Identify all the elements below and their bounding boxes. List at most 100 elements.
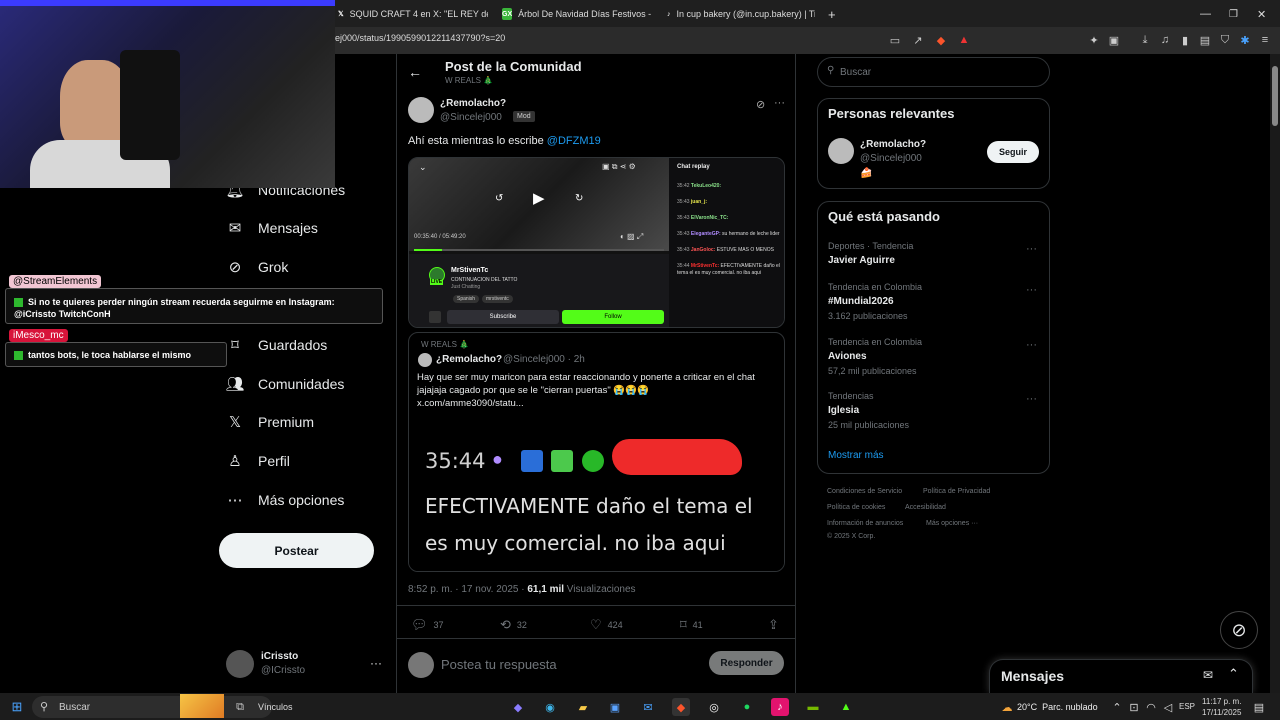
tab-tiktok[interactable]: ♪ In cup bakery (@in.cup.bakery) | TikTo… [667, 3, 815, 25]
relevant-avatar[interactable] [828, 138, 854, 164]
tab-gif[interactable]: GX Árbol De Navidad Días Festivos - GIF [502, 3, 652, 25]
volume-icon[interactable]: ◁ [1159, 698, 1177, 716]
more-icon[interactable]: ··· [1026, 284, 1037, 296]
footer-link[interactable]: Condiciones de Servicio [827, 488, 902, 495]
relevant-name[interactable]: ¿Remolacho? [860, 139, 926, 150]
footer-link[interactable]: Accesibilidad [905, 504, 946, 511]
post-author-handle[interactable]: @Sincelej000 [440, 112, 502, 123]
follow-button[interactable]: Seguir [987, 141, 1039, 163]
nvidia-icon[interactable]: ▬ [804, 698, 822, 716]
vpn-icon[interactable]: ⛉ [1217, 32, 1233, 48]
nav-bookmarks[interactable]: ⌑ Guardados [226, 336, 327, 354]
brave-rewards-icon[interactable]: ▲ [956, 32, 972, 48]
post-author-name[interactable]: ¿Remolacho? [440, 98, 506, 109]
spotify-icon[interactable]: ● [738, 698, 756, 716]
bookmark-action[interactable]: ⌑ 41 [680, 617, 703, 633]
post-author-avatar[interactable] [408, 97, 434, 123]
weather-widget[interactable]: 20°C Parc. nublado [1017, 702, 1098, 712]
search-box[interactable]: ⚲ Buscar [817, 57, 1050, 87]
edge-icon[interactable]: ◉ [541, 698, 559, 716]
like-action[interactable]: ♡ 424 [590, 617, 623, 633]
notifications-icon[interactable]: ▤ [1250, 698, 1268, 716]
back-arrow-icon[interactable]: ← [408, 64, 422, 80]
windows-start-icon[interactable]: ⊞ [8, 698, 26, 716]
kick-icon[interactable]: ▲ [837, 698, 855, 716]
store-icon[interactable]: ▣ [606, 698, 624, 716]
mail-icon[interactable]: ✉ [639, 698, 657, 716]
post-mention-link[interactable]: @DFZM19 [547, 135, 601, 147]
more-icon[interactable]: ··· [1026, 339, 1037, 351]
nav-messages[interactable]: ✉ Mensajes [226, 219, 318, 237]
share-action[interactable]: ⇪ [768, 617, 779, 633]
post-menu-icon[interactable]: ··· [774, 97, 785, 109]
close-window-button[interactable]: ✕ [1257, 3, 1266, 25]
page-scrollbar[interactable] [1270, 54, 1280, 693]
community-name[interactable]: W REALS 🎄 [445, 76, 493, 85]
cast-icon[interactable]: ▭ [887, 32, 903, 48]
repost-action[interactable]: ⟲ 32 [500, 617, 527, 633]
task-view-icon[interactable]: ⧉ [231, 698, 249, 716]
new-message-icon[interactable]: ✉ [1203, 668, 1213, 682]
chevron-up-icon[interactable]: ⌃ [1228, 666, 1239, 682]
copilot-icon[interactable]: ◆ [509, 698, 527, 716]
brave-icon[interactable]: ◆ [672, 698, 690, 716]
nav-profile[interactable]: ♙ Perfil [226, 452, 290, 470]
nav-communities[interactable]: 👥︎ Comunidades [225, 375, 344, 393]
reply-button[interactable]: Responder [709, 651, 784, 675]
chevron-up-icon[interactable]: ⌃ [1108, 698, 1126, 716]
account-avatar[interactable] [226, 650, 254, 678]
obs-icon[interactable]: ◎ [705, 698, 723, 716]
new-tab-button[interactable]: + [828, 3, 836, 25]
search-input[interactable]: Buscar [840, 67, 871, 78]
reply-input[interactable]: Postea tu respuesta [441, 657, 557, 672]
trend-item[interactable]: Tendencias Iglesia 25 mil publicaciones … [828, 391, 1043, 430]
tab-squid-craft[interactable]: 𝕏 SQUID CRAFT 4 en X: "EL REY del IRL" [338, 3, 488, 25]
account-menu-icon[interactable]: ··· [370, 656, 382, 670]
wifi-icon[interactable]: ◠ [1142, 698, 1160, 716]
show-more-link[interactable]: Mostrar más [828, 450, 884, 461]
restore-button[interactable]: ❐ [1229, 3, 1238, 25]
reply-action[interactable]: 💬︎ 37 [411, 617, 444, 633]
post-media-screenshot[interactable]: ⌄ ▣ ⧉ ⋖ ⚙ ↺ ▶ ↻ 00:35:40 / 05:49:20 ◐ ▨ … [408, 157, 785, 328]
quote-link[interactable]: x.com/amme3090/statu... [417, 398, 524, 409]
video-time: 00:35:40 / 05:49:20 [414, 234, 466, 240]
sidebar-icon[interactable]: ▮ [1177, 32, 1193, 48]
nav-grok[interactable]: ⊘ Grok [226, 258, 289, 276]
url-field[interactable]: ej000/status/1990599012211437790?s=20 [335, 33, 505, 43]
clock[interactable]: 11:17 p. m. 17/11/2025 [1202, 696, 1241, 718]
language-indicator[interactable]: ESP [1179, 702, 1195, 711]
nav-more-options[interactable]: ⋯ Más opciones [226, 491, 345, 509]
footer-link[interactable]: Política de Privacidad [923, 488, 990, 495]
trend-item[interactable]: Tendencia en Colombia #Mundial2026 3.162… [828, 282, 1043, 321]
music-icon[interactable]: ♫ [1157, 32, 1173, 48]
grok-icon[interactable]: ⊘ [756, 98, 765, 111]
more-icon[interactable]: ··· [1026, 393, 1037, 405]
footer-link[interactable]: Más opciones ··· [926, 520, 978, 527]
messages-drawer[interactable]: Mensajes ✉ ⌃ [989, 659, 1253, 693]
download-icon[interactable]: ⤓ [1137, 32, 1153, 48]
wallet-icon[interactable]: ▤ [1197, 32, 1213, 48]
post-button[interactable]: Postear [219, 533, 374, 568]
brave-shield-icon[interactable]: ◆ [933, 32, 949, 48]
nav-premium[interactable]: 𝕏 Premium [226, 413, 314, 431]
share-icon[interactable]: ↗ [910, 32, 926, 48]
footer-link[interactable]: Política de cookies [827, 504, 885, 511]
menu-icon[interactable]: ≡ [1257, 32, 1273, 48]
links-toolbar[interactable]: Vínculos [258, 702, 293, 712]
leo-icon[interactable]: ✱ [1237, 32, 1253, 48]
more-icon[interactable]: ··· [1026, 243, 1037, 255]
extensions-icon[interactable]: ✦ [1086, 32, 1102, 48]
scrollbar-thumb[interactable] [1272, 66, 1278, 126]
tiktok-icon[interactable]: ♪ [771, 698, 789, 716]
screenshot-icon[interactable]: ▣ [1106, 32, 1122, 48]
grok-fab-icon[interactable]: ⊘ [1220, 611, 1258, 649]
trend-item[interactable]: Deportes · Tendencia Javier Aguirre ··· [828, 241, 1043, 266]
chat-replay-line: 35:43 ElVaronNic_TC: [677, 215, 783, 222]
minimize-button[interactable]: — [1200, 3, 1211, 25]
file-explorer-icon[interactable]: ▰ [574, 698, 592, 716]
quoted-post[interactable]: W REALS 🎄 ¿Remolacho? @Sincelej000 · 2h … [408, 332, 785, 572]
network-icon[interactable]: ⊡ [1125, 698, 1143, 716]
footer-link[interactable]: Información de anuncios [827, 520, 903, 527]
relevant-handle[interactable]: @Sincelej000 [860, 153, 922, 164]
trend-item[interactable]: Tendencia en Colombia Aviones 57,2 mil p… [828, 337, 1043, 376]
